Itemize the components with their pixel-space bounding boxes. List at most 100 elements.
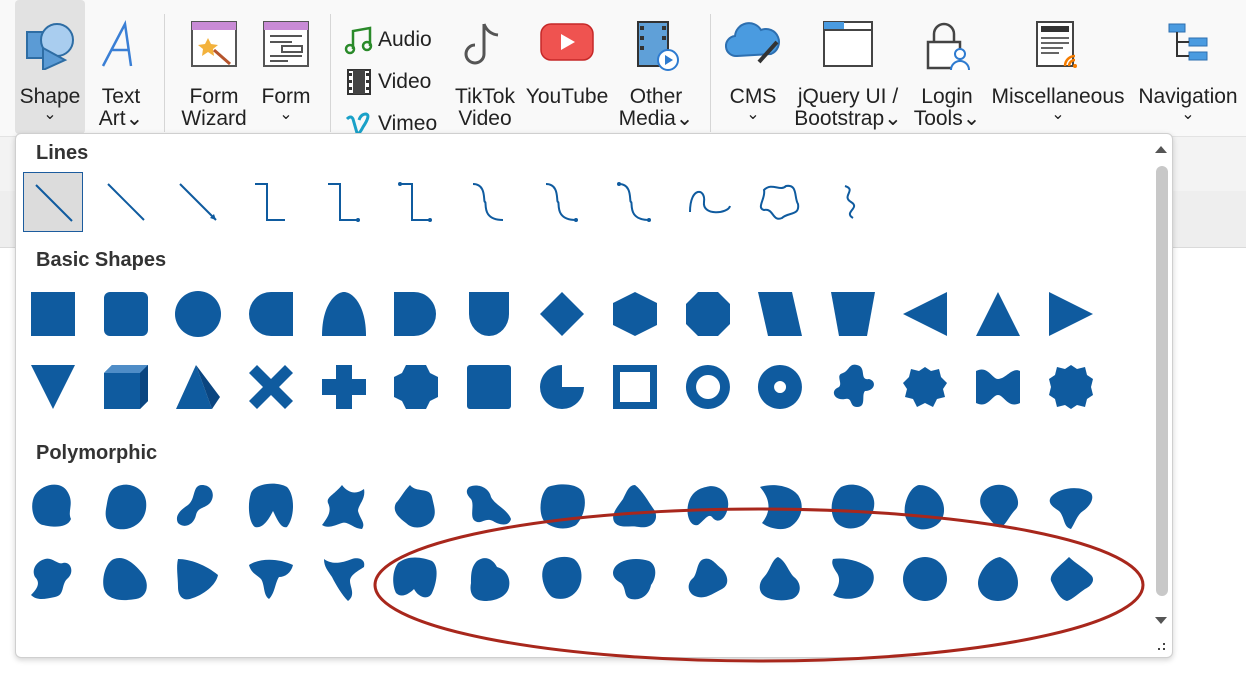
polymorphic-shape-20[interactable] [314,549,374,609]
basic-shape-17-icon [104,365,148,409]
other-media-button[interactable]: Other Media⌄ [618,0,694,134]
basic-shape-27-icon [833,364,874,407]
basic-shape-21-icon [394,365,438,409]
polymorphic-shape-20-icon [324,558,365,601]
basic-shape-7[interactable] [459,284,519,344]
basic-shape-9[interactable] [605,284,665,344]
basic-shape-18[interactable] [168,357,228,417]
line-shape-5[interactable] [314,172,374,232]
basic-shape-28[interactable] [895,357,955,417]
basic-shape-23[interactable] [532,357,592,417]
line-shape-8[interactable] [532,172,592,232]
basic-shape-14[interactable] [968,284,1028,344]
basic-shape-29[interactable] [968,357,1028,417]
video-label: Video [378,70,432,93]
basic-shape-6[interactable] [386,284,446,344]
basic-shape-19-icon [249,365,293,409]
line-shape-7-icon [472,183,504,221]
polymorphic-shape-4[interactable] [241,477,301,537]
audio-button[interactable]: Audio [344,22,432,58]
basic-shape-24[interactable] [605,357,665,417]
form-button[interactable]: Form ⌄ [254,0,318,134]
section-title-lines: Lines [36,142,89,164]
line-shape-4[interactable] [241,172,301,232]
polymorphic-shape-18[interactable] [168,549,228,609]
basic-shape-15[interactable] [1041,284,1101,344]
line-shape-1[interactable] [23,172,83,232]
basic-shape-1[interactable] [23,284,83,344]
line-shape-2[interactable] [96,172,156,232]
basic-shape-8[interactable] [532,284,592,344]
basic-shape-5[interactable] [314,284,374,344]
cms-button[interactable]: CMS ⌄ [722,0,784,134]
polymorphic-shape-3[interactable] [168,477,228,537]
miscellaneous-button[interactable]: Miscellaneous ⌄ [988,0,1128,134]
resize-grip-icon[interactable] [1156,641,1168,653]
polymorphic-shape-2-icon [105,484,147,530]
polymorphic-shape-19[interactable] [241,549,301,609]
basic-shape-4[interactable] [241,284,301,344]
line-shape-3[interactable] [168,172,228,232]
line-shape-8-icon [545,183,578,222]
line-shape-6[interactable] [386,172,446,232]
basic-shape-2[interactable] [96,284,156,344]
form-icon [262,20,310,73]
scroll-down-icon[interactable] [1150,610,1172,630]
basic-shape-10[interactable] [678,284,738,344]
line-shape-10-icon [689,191,731,214]
basic-shape-9-icon [613,292,657,336]
polymorphic-shape-5[interactable] [314,477,374,537]
youtube-button[interactable]: YouTube [520,0,614,134]
polymorphic-shape-17[interactable] [96,549,156,609]
tiktok-icon [462,20,508,77]
basic-shape-13[interactable] [895,284,955,344]
basic-shape-25[interactable] [678,357,738,417]
basic-shape-18-icon [176,365,220,409]
jquery-bootstrap-button[interactable]: jQuery UI / Bootstrap⌄ [790,0,906,134]
line-shape-9[interactable] [605,172,665,232]
basic-shape-11[interactable] [750,284,810,344]
navigation-button[interactable]: Navigation ⌄ [1132,0,1244,134]
gallery-scrollbar[interactable] [1150,136,1172,628]
scroll-up-icon[interactable] [1150,140,1172,160]
tiktok-video-button[interactable]: TikTok Video [452,0,518,134]
basic-shape-20[interactable] [314,357,374,417]
basic-shape-19[interactable] [241,357,301,417]
basic-shape-1-icon [31,292,75,336]
lock-user-icon [922,20,972,77]
form-wizard-button[interactable]: Form Wizard [176,0,252,134]
video-button[interactable]: Video [344,64,431,100]
basic-shape-24-icon [613,365,657,409]
basic-shape-27[interactable] [823,357,883,417]
form-wizard-icon [190,20,238,73]
vimeo-label: Vimeo [378,112,438,135]
basic-shape-28-icon [903,367,947,407]
basic-shape-4-icon [249,292,293,336]
basic-shape-30-icon [1049,365,1093,409]
line-shape-11[interactable] [750,172,810,232]
line-shape-12[interactable] [823,172,883,232]
shape-label: Shape [19,85,81,108]
basic-shape-16[interactable] [23,357,83,417]
polymorphic-shape-2[interactable] [96,477,156,537]
line-shape-10[interactable] [678,172,738,232]
line-shape-7[interactable] [459,172,519,232]
basic-shape-12[interactable] [823,284,883,344]
basic-shape-21[interactable] [386,357,446,417]
shape-button[interactable]: Shape ⌄ [15,0,85,134]
login-label1: Login [921,85,973,108]
line-shape-11-icon [759,184,800,220]
polymorphic-shape-16[interactable] [23,549,83,609]
basic-shape-3[interactable] [168,284,228,344]
polymorphic-shape-1[interactable] [23,477,83,537]
basic-shape-22[interactable] [459,357,519,417]
tree-nav-icon [1167,20,1209,71]
login-tools-button[interactable]: Login Tools⌄ [910,0,984,134]
scrollbar-thumb[interactable] [1156,166,1168,596]
basic-shape-30[interactable] [1041,357,1101,417]
navigation-chevron-icon: ⌄ [1181,106,1195,123]
basic-shape-26[interactable] [750,357,810,417]
text-art-button[interactable]: Text Art⌄ [90,0,152,134]
basic-shape-17[interactable] [96,357,156,417]
youtube-icon [540,20,594,69]
